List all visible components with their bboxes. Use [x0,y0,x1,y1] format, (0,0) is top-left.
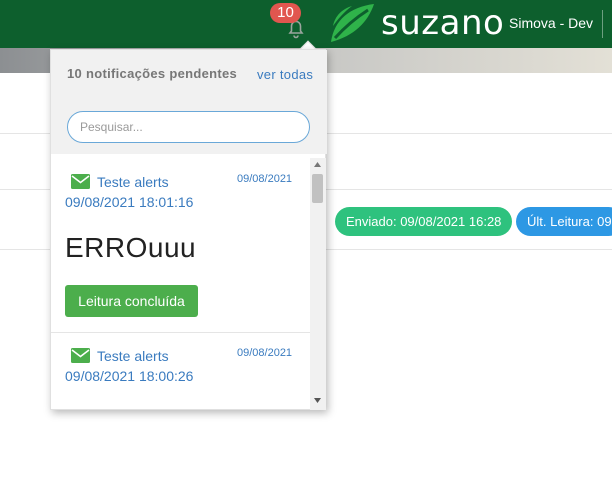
notification-date: 09/08/2021 [237,173,293,185]
notification-datetime: 09/08/2021 18:00:26 [65,368,194,384]
envelope-icon [71,348,90,363]
notification-datetime: 09/08/2021 18:01:16 [65,194,194,210]
navbar-divider [602,10,603,38]
notification-date: 09/08/2021 [237,347,293,359]
suzano-logo[interactable]: suzano [328,2,504,44]
scroll-up-arrow-icon[interactable] [314,162,321,167]
notifications-list: Teste alerts 09/08/2021 09/08/2021 18:01… [51,158,310,410]
mark-read-button[interactable]: Leitura concluída [65,285,198,317]
scrollbar-thumb[interactable] [312,174,323,203]
notification-message: ERROuuu [65,232,197,263]
scroll-down-arrow-icon[interactable] [314,398,321,403]
last-read-status-badge: Últ. Leitura: 09 [516,207,612,236]
envelope-icon [71,174,90,189]
notification-item[interactable]: Teste alerts 09/08/2021 09/08/2021 18:00… [51,333,310,410]
user-menu[interactable]: Simova - Dev [509,15,593,31]
logo-wordmark: suzano [381,3,505,43]
notification-subject: Teste alerts [97,174,169,190]
notifications-search-input[interactable] [67,111,310,143]
sent-status-badge: Enviado: 09/08/2021 16:28 [335,207,513,236]
dropdown-header: 10 notificações pendentes ver todas [51,50,327,154]
notification-subject: Teste alerts [97,348,169,364]
notification-count-badge: 10 [270,3,301,23]
notification-item[interactable]: Teste alerts 09/08/2021 09/08/2021 18:01… [51,158,310,332]
notifications-dropdown: 10 notificações pendentes ver todas Test… [50,49,327,410]
leaf-logo-icon [331,4,374,42]
view-all-link[interactable]: ver todas [257,67,313,82]
pending-notifications-title: 10 notificações pendentes [67,66,238,81]
